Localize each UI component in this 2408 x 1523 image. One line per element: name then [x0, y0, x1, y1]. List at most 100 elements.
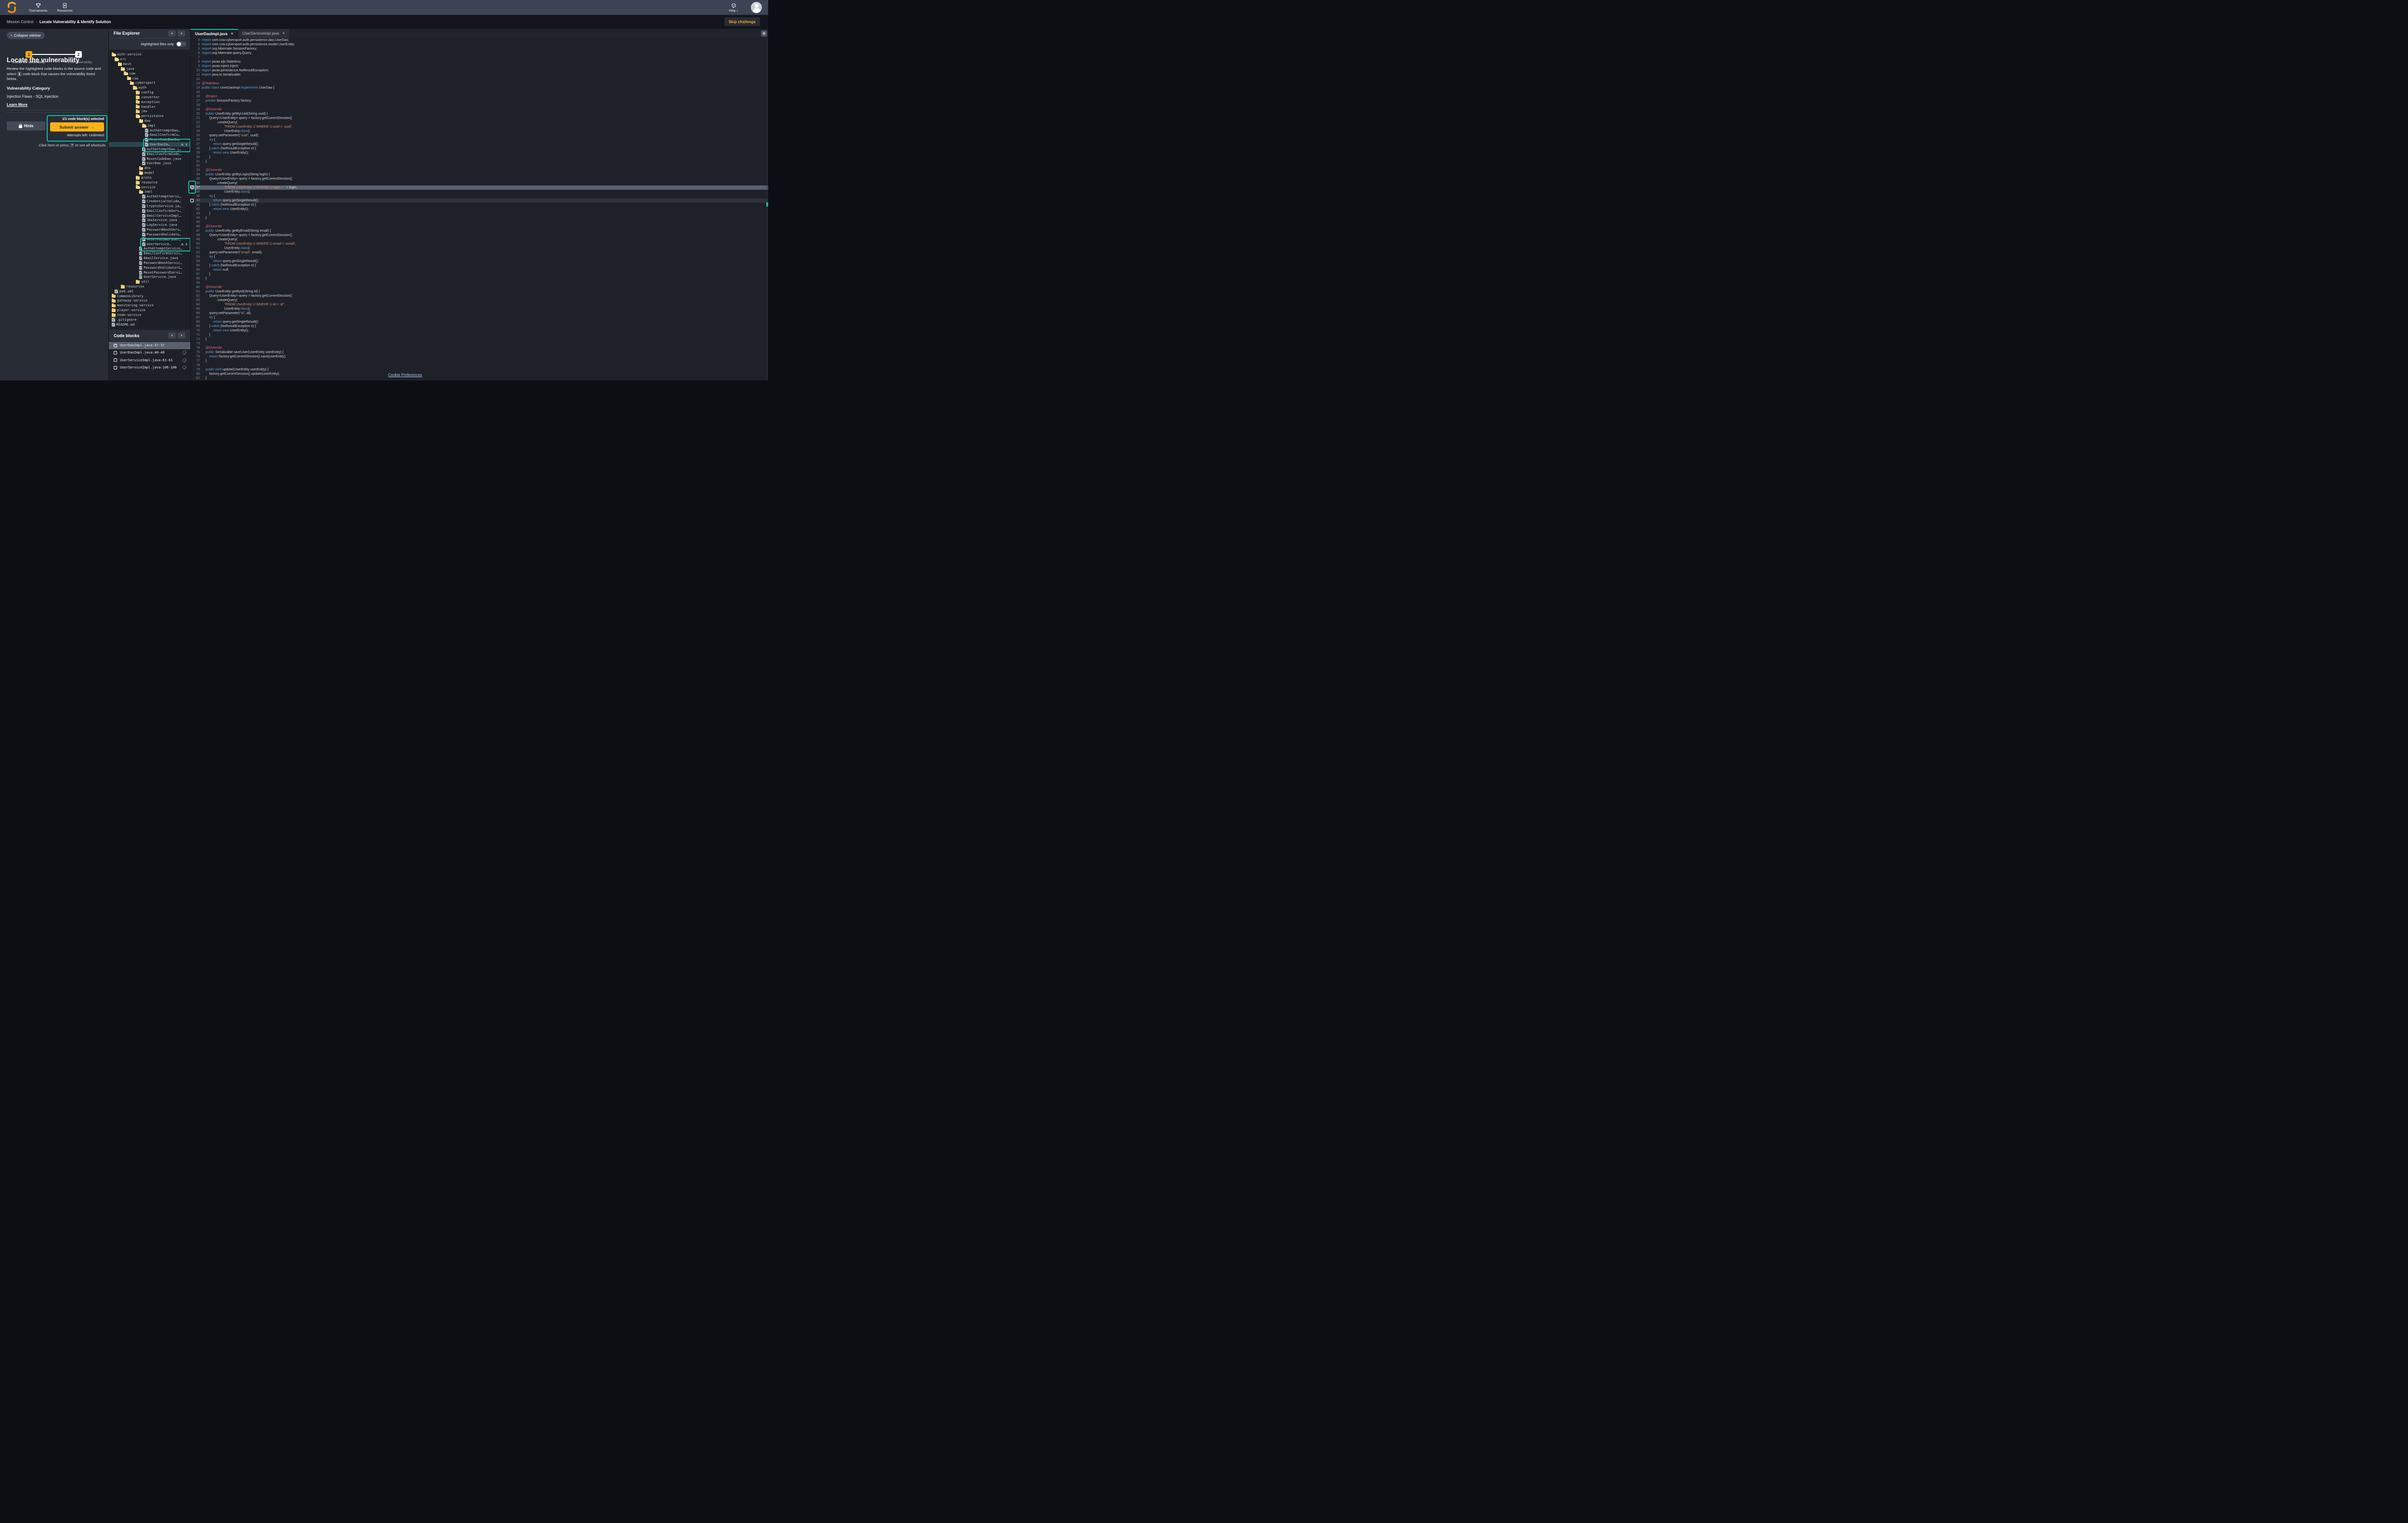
tree-item[interactable]: model	[109, 171, 190, 175]
collapse-sidebar-button[interactable]: ‹ Collapse sidebar	[7, 32, 45, 39]
close-icon[interactable]: ✕	[231, 32, 233, 36]
tree-item[interactable]: auth	[109, 85, 190, 90]
tree-item-label: EmailConfirmCo…	[150, 133, 180, 137]
highlighted-files-toggle[interactable]	[176, 41, 186, 47]
nav-item-tournaments[interactable]: Tournaments	[29, 3, 48, 13]
tree-item[interactable]: auth-service	[109, 53, 190, 57]
tree-item[interactable]: UserDao.java	[109, 161, 190, 166]
tree-item[interactable]: config	[109, 90, 190, 95]
editor-tab[interactable]: UserDaoImpl.java✕	[191, 29, 238, 38]
tree-item[interactable]: .gitignore	[109, 317, 190, 322]
tree-item[interactable]: csw	[109, 76, 190, 81]
tree-item[interactable]: handler	[109, 105, 190, 109]
tree-item[interactable]: AuthAttemptDao.j…	[109, 147, 190, 152]
tree-item[interactable]: impl	[109, 190, 190, 195]
tree-item[interactable]: ResetCodeDaoIm…	[109, 137, 190, 142]
submit-answer-button[interactable]: Submit answer →	[50, 122, 104, 131]
gear-icon[interactable]: ⚙	[761, 30, 767, 37]
tree-item[interactable]: UserDaoIm…⚠ 2	[109, 142, 190, 147]
tree-item[interactable]: dao	[109, 118, 190, 123]
breadcrumb-root[interactable]: Mission Control	[7, 20, 33, 24]
skip-challenge-button[interactable]: Skip challenge	[724, 17, 760, 26]
shortcuts-hint[interactable]: Click here or press ? to see all shortcu…	[10, 143, 106, 147]
code-block-item-checkbox[interactable]	[114, 344, 117, 347]
code-block-item-checkbox[interactable]	[114, 351, 117, 354]
code-block-item-checkbox[interactable]	[114, 366, 117, 369]
code-blocks-prev-button[interactable]: ∧	[168, 332, 176, 339]
tree-item[interactable]: java	[109, 66, 190, 71]
tree-item[interactable]: UserService.java	[109, 275, 190, 279]
learn-more-link[interactable]: Learn More	[7, 103, 27, 107]
tree-item[interactable]: converter	[109, 95, 190, 100]
help-menu[interactable]: Help ∨	[729, 3, 738, 13]
tree-item[interactable]: cybersport	[109, 80, 190, 85]
file-icon	[142, 204, 145, 208]
line-number: 20	[191, 112, 202, 116]
tree-item[interactable]: PasswordValidato…	[109, 232, 190, 237]
nav-item-resources[interactable]: Resources	[57, 3, 73, 13]
tree-item[interactable]: proto	[109, 175, 190, 180]
tree-item[interactable]: AuthAttemptDao…	[109, 128, 190, 133]
close-icon[interactable]: ✕	[282, 31, 285, 35]
tree-item-label: EmailServiceImpl…	[147, 214, 182, 218]
tree-item[interactable]: jms	[109, 109, 190, 114]
tree-item[interactable]: CredentialValida…	[109, 199, 190, 204]
tree-item[interactable]: UserService…⚠ 2	[109, 242, 190, 247]
hints-button[interactable]: Hints	[7, 121, 45, 131]
tree-item[interactable]: pom.xml	[109, 289, 190, 294]
code-block-item-checkbox[interactable]	[114, 358, 117, 362]
explorer-next-button[interactable]: ∨	[178, 30, 185, 37]
tree-item-label: AuthAttemptService…	[144, 247, 182, 250]
tree-item[interactable]: dto	[109, 166, 190, 171]
tree-item[interactable]: CommonLibrary	[109, 294, 190, 299]
tree-item[interactable]: persistence	[109, 114, 190, 118]
line-content: }	[202, 216, 768, 220]
tree-item[interactable]: PasswordValidatorS…	[109, 265, 190, 270]
code-block-item[interactable]: UserDaoImpl.java:40-40	[109, 349, 190, 356]
tree-item[interactable]: com	[109, 71, 190, 76]
tree-item[interactable]: PasswordHashServic…	[109, 261, 190, 265]
tree-item[interactable]: AuthAttemptService…	[109, 246, 190, 251]
code-block-item[interactable]: UserServiceImpl.java:106-106	[109, 364, 190, 371]
tree-item[interactable]: gateway-service	[109, 299, 190, 303]
tree-item[interactable]: resources	[109, 284, 190, 289]
tree-item[interactable]: main	[109, 62, 190, 66]
code-block-item[interactable]: UserServiceImpl.java:61-61	[109, 356, 190, 364]
tree-item[interactable]: exception	[109, 100, 190, 105]
tree-item[interactable]: AuthAttemptServi…	[109, 194, 190, 199]
tree-item[interactable]: EmailService.java	[109, 256, 190, 261]
tree-item[interactable]: PasswordHashServ…	[109, 227, 190, 232]
tree-item[interactable]: ResetPasswordSer…	[109, 237, 190, 242]
tree-item[interactable]: service	[109, 185, 190, 190]
avatar[interactable]	[751, 2, 762, 13]
file-icon	[142, 195, 145, 198]
tree-item[interactable]: resource	[109, 180, 190, 185]
tree-item[interactable]: impl	[109, 123, 190, 128]
tree-item[interactable]: monitoring-service	[109, 303, 190, 308]
tree-item[interactable]: EmailConfirmCode…	[109, 152, 190, 157]
explorer-prev-button[interactable]: ∧	[168, 30, 176, 37]
folder-icon	[139, 171, 143, 175]
tree-item[interactable]: JmsService.java	[109, 218, 190, 223]
tree-item[interactable]: EmailServiceImpl…	[109, 213, 190, 218]
tree-item[interactable]: ResetPasswordServi…	[109, 270, 190, 275]
tree-item[interactable]: EmailConfirmCo…	[109, 133, 190, 138]
editor-tab[interactable]: UserServiceImpl.java✕	[238, 29, 290, 38]
tree-item[interactable]: EmailConfirmServ…	[109, 209, 190, 213]
code-blocks-next-button[interactable]: ∨	[178, 332, 185, 339]
tree-item[interactable]: player-service	[109, 308, 190, 313]
tree-item[interactable]: team-service	[109, 313, 190, 317]
code-block-checkbox-line-40[interactable]	[190, 199, 194, 202]
tree-item[interactable]: src	[109, 57, 190, 62]
code-block-checkbox-line-37[interactable]	[190, 185, 194, 189]
tree-item[interactable]: ResetCodeDao.java	[109, 157, 190, 161]
tree-item[interactable]: LogService.java	[109, 223, 190, 227]
line-number: 55	[191, 263, 202, 268]
tree-item[interactable]: CryptoService.ja…	[109, 204, 190, 209]
tree-item[interactable]: EmailConfirmServic…	[109, 251, 190, 256]
tree-item[interactable]: README.md	[109, 322, 190, 327]
cybersport-logo-icon[interactable]	[6, 1, 17, 13]
tree-item[interactable]: util	[109, 279, 190, 284]
code-block-item[interactable]: UserDaoImpl.java:37-37	[109, 342, 190, 349]
cookie-preferences-link[interactable]: Cookie Preferences	[388, 373, 422, 377]
